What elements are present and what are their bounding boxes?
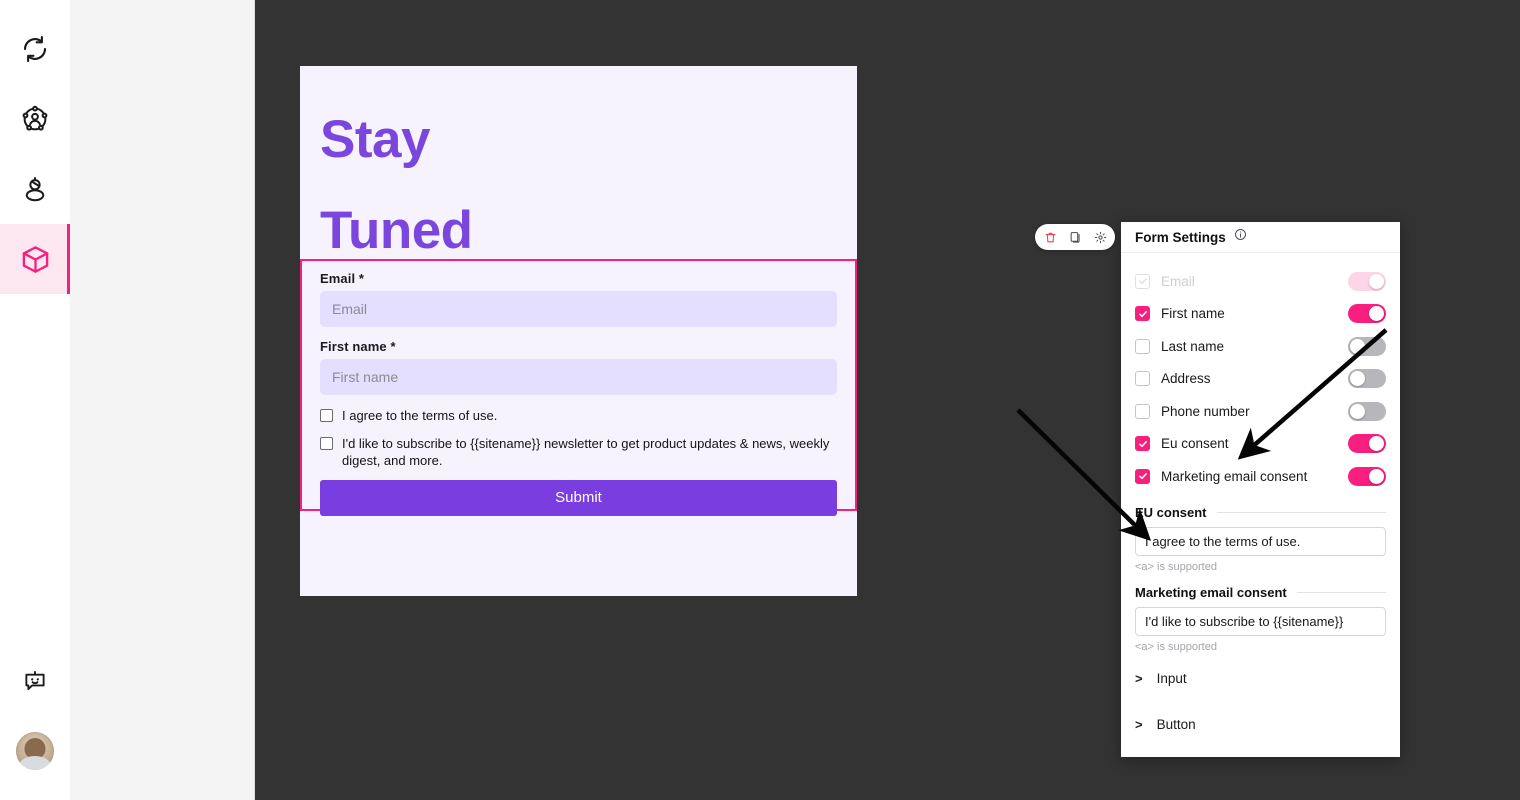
terms-checkbox-label: I agree to the terms of use. [342,408,498,423]
secondary-sidebar-panel [70,0,255,800]
settings-row-address[interactable]: Address [1135,363,1386,396]
contacts-icon [20,104,50,134]
sidebar-item-sync[interactable] [0,14,70,84]
terms-checkbox-row[interactable]: I agree to the terms of use. [320,407,837,425]
section-divider [1216,511,1386,513]
settings-label-marketing-email-consent: Marketing email consent [1161,468,1308,484]
settings-checkbox-last-name[interactable] [1135,338,1150,354]
hero-section: Stay Tuned [300,66,857,260]
settings-checkbox-address[interactable] [1135,371,1150,387]
newsletter-checkbox[interactable] [320,436,333,450]
chevron-right-icon: > [1135,717,1143,732]
chevron-right-icon: > [1135,671,1143,686]
settings-row-first-name[interactable]: First name [1135,298,1386,331]
sidebar-item-account[interactable] [0,716,70,786]
app-root: Stay Tuned Email * Email First name * Fi… [0,0,1520,800]
left-icon-rail [0,0,70,800]
sidebar-item-assistant[interactable] [0,646,70,716]
settings-checkbox-marketing-email-consent[interactable] [1135,468,1150,484]
email-field[interactable]: Email [320,291,837,327]
accordion-input[interactable]: > Input [1135,659,1386,699]
marketing-email-consent-text-input[interactable]: I'd like to subscribe to {{sitename}} [1135,606,1386,636]
delete-button[interactable] [1042,229,1058,245]
settings-checkbox-phone-number[interactable] [1135,403,1150,419]
settings-gear-button[interactable] [1092,229,1108,245]
accordion-label-button: Button [1156,717,1196,732]
settings-label-first-name: First name [1161,306,1225,322]
settings-row-last-name[interactable]: Last name [1135,330,1386,363]
section-header-marketing-email-consent: Marketing email consent [1135,585,1386,600]
avatar [16,732,54,770]
newsletter-checkbox-label: I'd like to subscribe to {{sitename}} ne… [342,435,830,469]
page-title: Stay Tuned [320,94,857,276]
first-name-field[interactable]: First name [320,359,837,395]
info-icon[interactable] [1234,228,1247,246]
accordion-label-input: Input [1156,671,1187,686]
form-block-selected[interactable]: Email * Email First name * First name I … [300,259,857,516]
sidebar-item-blocks[interactable] [0,224,70,294]
section-header-eu-consent: EU consent [1135,505,1386,520]
page-preview-card: Stay Tuned Email * Email First name * Fi… [300,66,857,596]
settings-panel-body: Email First name Last name Address Phone… [1121,253,1400,757]
section-title-marketing-email-consent: Marketing email consent [1135,584,1287,600]
settings-toggle-email [1348,271,1386,291]
sidebar-item-audience[interactable] [0,154,70,224]
block-mini-toolbar [1035,224,1115,250]
accordion-button[interactable]: > Button [1135,705,1386,745]
field-group-first-name: First name * First name [320,339,837,395]
settings-row-email[interactable]: Email [1135,265,1386,298]
section-divider [1296,591,1386,593]
settings-panel-title: Form Settings [1135,229,1226,245]
settings-label-eu-consent: Eu consent [1161,436,1229,452]
settings-checkbox-email [1135,273,1150,289]
settings-panel-header: Form Settings [1121,222,1400,253]
field-group-email: Email * Email [320,271,837,327]
submit-button[interactable]: Submit [320,479,837,516]
email-label: Email * [320,271,365,286]
eu-consent-hint: <a> is supported [1135,560,1217,573]
form-settings-panel: Form Settings Email First name Last name… [1121,222,1400,757]
settings-row-phone-number[interactable]: Phone number [1135,395,1386,428]
newsletter-checkbox-row[interactable]: I'd like to subscribe to {{sitename}} ne… [320,435,837,470]
sidebar-item-contacts[interactable] [0,84,70,154]
settings-row-eu-consent[interactable]: Eu consent [1135,428,1386,461]
settings-label-last-name: Last name [1161,338,1225,354]
settings-row-marketing-email-consent[interactable]: Marketing email consent [1135,460,1386,493]
settings-checkbox-eu-consent[interactable] [1135,436,1150,452]
audience-icon [20,174,50,204]
settings-toggle-last-name[interactable] [1348,336,1386,356]
section-title-eu-consent: EU consent [1135,504,1207,520]
rail-bottom-group [0,646,70,800]
settings-toggle-marketing-email-consent[interactable] [1348,466,1386,486]
settings-toggle-first-name[interactable] [1348,304,1386,324]
first-name-label: First name * [320,339,396,354]
settings-toggle-eu-consent[interactable] [1348,434,1386,454]
eu-consent-text-input[interactable]: I agree to the terms of use. [1135,526,1386,556]
settings-toggle-phone-number[interactable] [1348,401,1386,421]
settings-checkbox-first-name[interactable] [1135,306,1150,322]
marketing-email-consent-hint: <a> is supported [1135,640,1217,653]
duplicate-button[interactable] [1067,229,1083,245]
settings-toggle-address[interactable] [1348,369,1386,389]
hero-line-1: Stay [320,110,430,169]
terms-checkbox[interactable] [320,409,333,422]
sync-icon [20,34,50,64]
settings-label-phone-number: Phone number [1161,403,1250,419]
cube-icon [20,244,51,275]
rail-top-group [0,0,70,294]
chatbot-icon [21,667,49,695]
settings-label-email: Email [1161,273,1195,289]
settings-label-address: Address [1161,371,1211,387]
